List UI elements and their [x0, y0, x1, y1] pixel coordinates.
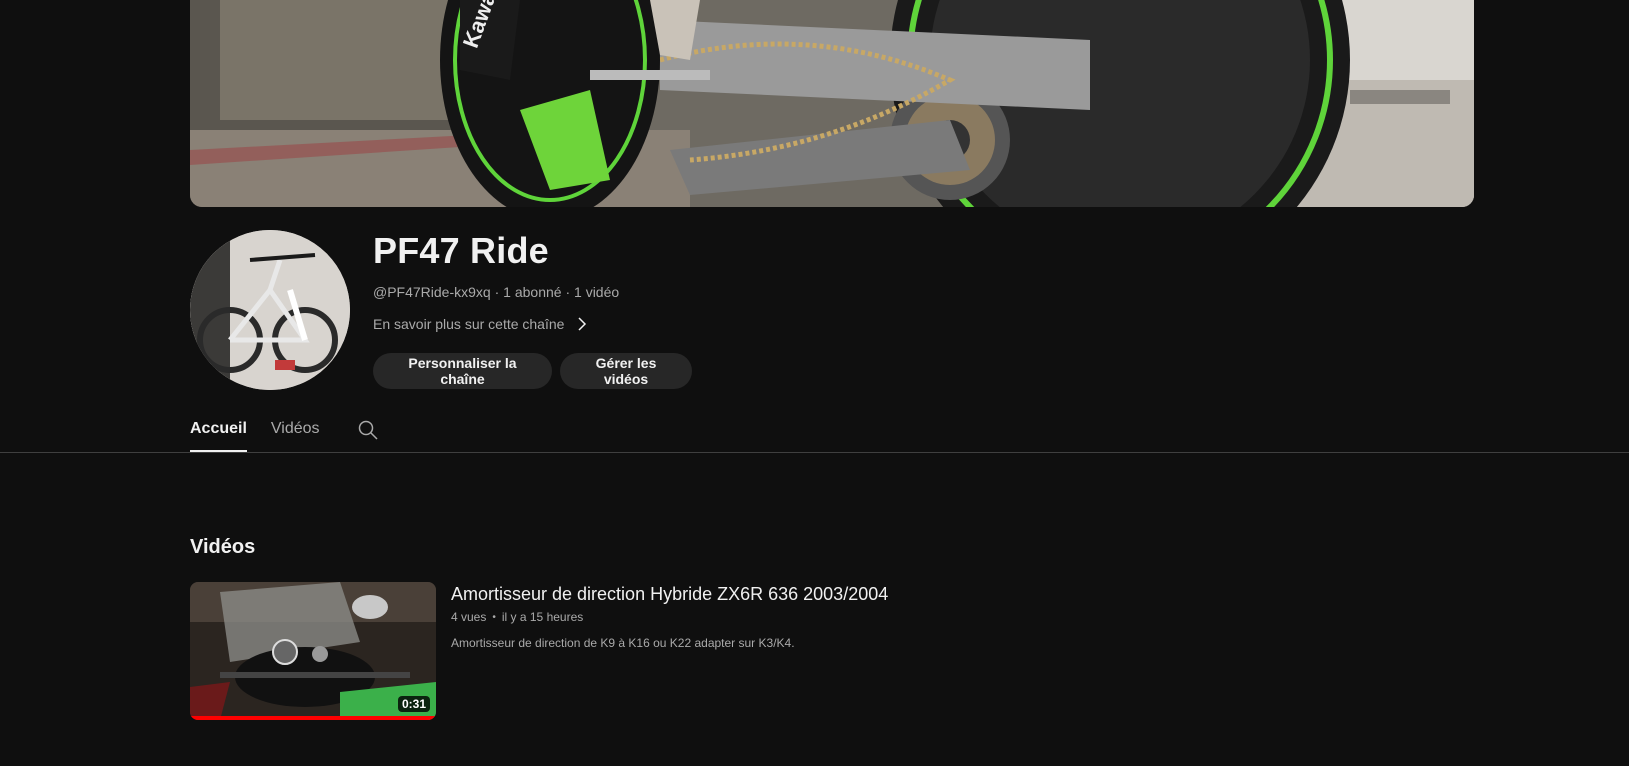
channel-page: Kawasaki PF47 Ride @PF47Ride-kx9xq · 1 a…: [0, 0, 1629, 766]
channel-banner: Kawasaki: [190, 0, 1474, 207]
chevron-right-icon: [578, 317, 587, 331]
about-channel-link[interactable]: En savoir plus sur cette chaîne: [373, 314, 590, 334]
channel-avatar[interactable]: [190, 230, 350, 390]
video-count: 1 vidéo: [574, 284, 620, 300]
meta-separator: ·: [561, 284, 575, 300]
video-duration: 0:31: [397, 696, 430, 712]
video-thumbnail[interactable]: 0:31: [190, 582, 436, 720]
channel-title: PF47 Ride: [373, 230, 549, 271]
channel-meta: @PF47Ride-kx9xq · 1 abonné · 1 vidéo: [373, 284, 619, 300]
subscriber-count: 1 abonné: [503, 284, 562, 300]
manage-videos-button[interactable]: Gérer les vidéos: [560, 353, 692, 389]
video-title[interactable]: Amortisseur de direction Hybride ZX6R 63…: [451, 584, 888, 605]
search-icon[interactable]: [356, 418, 380, 442]
video-description: Amortisseur de direction de K9 à K16 ou …: [451, 636, 795, 650]
tab-home[interactable]: Accueil: [190, 410, 247, 452]
avatar-image: [190, 230, 350, 390]
tab-videos[interactable]: Vidéos: [271, 410, 320, 452]
watch-progress-bar: [190, 716, 436, 720]
about-channel-label: En savoir plus sur cette chaîne: [373, 316, 565, 332]
customize-channel-button[interactable]: Personnaliser la chaîne: [373, 353, 552, 389]
tabs-divider: [0, 452, 1629, 453]
banner-image: Kawasaki: [190, 0, 1474, 207]
section-title: Vidéos: [190, 536, 256, 558]
meta-dot: •: [492, 611, 496, 623]
video-views: 4 vues: [451, 610, 487, 624]
video-meta: 4 vues • il y a 15 heures: [451, 610, 583, 624]
channel-tabs: Accueil Vidéos: [190, 410, 380, 452]
channel-handle: @PF47Ride-kx9xq: [373, 284, 491, 300]
meta-separator: ·: [490, 284, 504, 300]
video-age: il y a 15 heures: [501, 610, 584, 624]
